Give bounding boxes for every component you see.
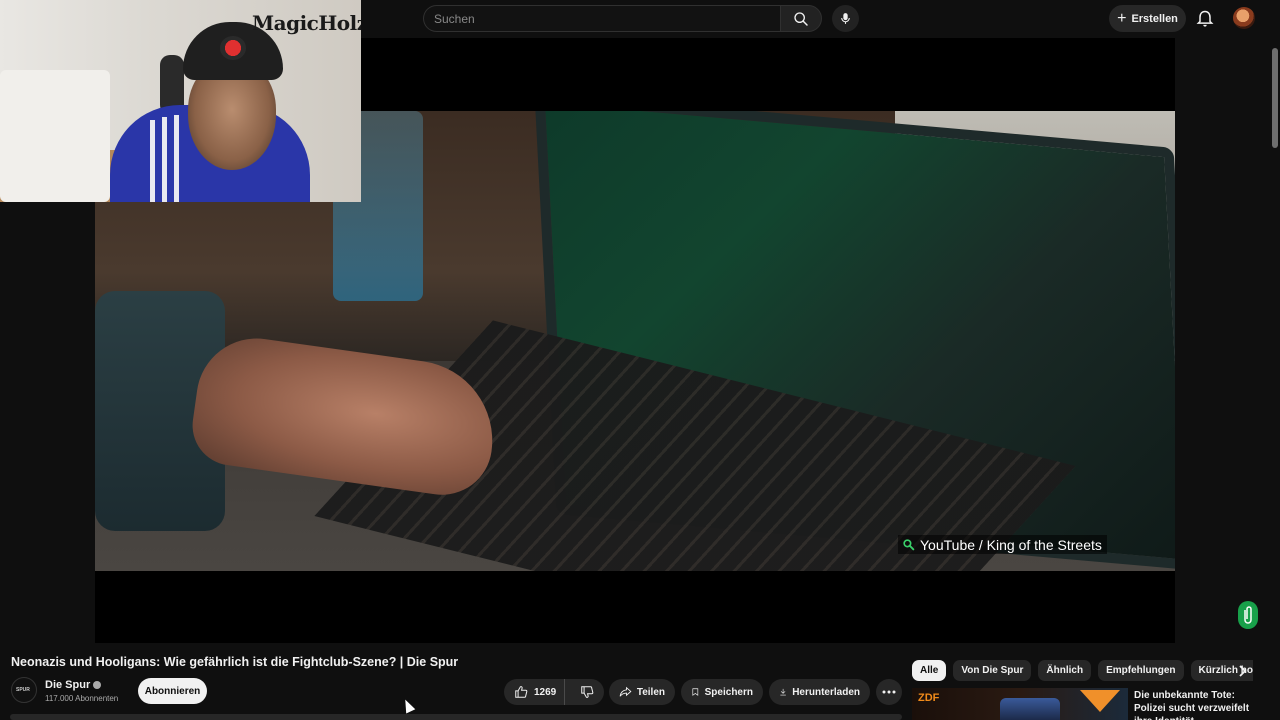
mouse-cursor (400, 697, 416, 714)
zdf-logo: ZDF (918, 692, 940, 704)
search-input[interactable] (423, 5, 780, 32)
plus-icon: + (1117, 9, 1127, 27)
create-button[interactable]: + Erstellen (1109, 5, 1186, 32)
download-button[interactable]: Herunterladen (769, 679, 870, 705)
thumbnail-triangle (1080, 690, 1120, 712)
chip-recommendations[interactable]: Empfehlungen (1098, 660, 1184, 681)
webcam-shirt-stripe (162, 117, 167, 202)
like-button[interactable]: 1269 (504, 679, 566, 705)
paperclip-icon (1244, 606, 1252, 624)
channel-avatar[interactable]: SPUR (11, 677, 37, 703)
video-source-caption: YouTube / King of the Streets (898, 535, 1107, 554)
webcam-cap-logo (220, 36, 246, 60)
overlay-brand-text: MagicHolz (252, 11, 361, 35)
streamer-webcam-overlay: MagicHolz (0, 0, 361, 202)
subscriber-count: 117.000 Abonnenten (45, 694, 119, 703)
thumbnail-car (1000, 698, 1060, 720)
create-label: Erstellen (1131, 12, 1178, 25)
search-icon (903, 539, 915, 551)
download-label: Herunterladen (792, 686, 860, 698)
chips-next-button[interactable] (1234, 662, 1252, 680)
subscribe-button[interactable]: Abonnieren (138, 678, 207, 704)
more-actions-button[interactable] (876, 679, 902, 705)
webcam-shirt-stripe (174, 115, 179, 202)
webcam-sofa (0, 70, 110, 202)
search-bar (423, 5, 822, 32)
microphone-icon (841, 13, 850, 24)
share-icon (619, 686, 632, 697)
recommendation-thumbnail[interactable]: ZDF (912, 688, 1128, 720)
bell-icon[interactable] (1195, 9, 1215, 29)
save-label: Speichern (704, 686, 753, 698)
channel-name-text: Die Spur (45, 679, 91, 691)
recommendation-title[interactable]: Die unbekannte Tote: Polizei sucht verzw… (1134, 689, 1264, 720)
recommendation-filter-chips: Alle Von Die Spur Ähnlich Empfehlungen K… (912, 660, 1253, 681)
channel-name[interactable]: Die Spur (45, 679, 102, 691)
page-scrollbar-thumb[interactable] (1272, 48, 1278, 148)
more-horizontal-icon (882, 690, 896, 694)
description-box-edge[interactable] (10, 714, 902, 720)
share-label: Teilen (636, 686, 665, 698)
webcam-shirt-stripe (150, 120, 155, 202)
thumbs-down-icon (581, 686, 594, 698)
extension-badge[interactable] (1238, 601, 1258, 629)
like-dislike-group: 1269 (504, 679, 604, 705)
channel-avatar-text: SPUR (16, 687, 30, 693)
save-button[interactable]: Speichern (681, 679, 763, 705)
verified-icon (93, 681, 102, 689)
chip-similar[interactable]: Ähnlich (1038, 660, 1092, 681)
chip-from-channel[interactable]: Von Die Spur (953, 660, 1032, 681)
search-icon (794, 11, 808, 26)
video-title: Neonazis und Hooligans: Wie gefährlich i… (11, 655, 459, 669)
video-source-caption-text: YouTube / King of the Streets (920, 536, 1102, 553)
youtube-watch-page: + Erstellen YouTube / King of the Street… (0, 0, 1280, 720)
dislike-button[interactable] (570, 679, 604, 705)
thumbs-up-icon (515, 686, 528, 698)
bookmark-icon (692, 688, 699, 696)
share-button[interactable]: Teilen (609, 679, 675, 705)
account-avatar[interactable] (1233, 7, 1255, 29)
voice-search-button[interactable] (832, 5, 859, 32)
download-icon (780, 688, 786, 696)
like-count: 1269 (534, 686, 557, 698)
chip-all[interactable]: Alle (912, 660, 947, 681)
search-button[interactable] (780, 5, 822, 32)
chevron-right-icon (1239, 665, 1247, 677)
